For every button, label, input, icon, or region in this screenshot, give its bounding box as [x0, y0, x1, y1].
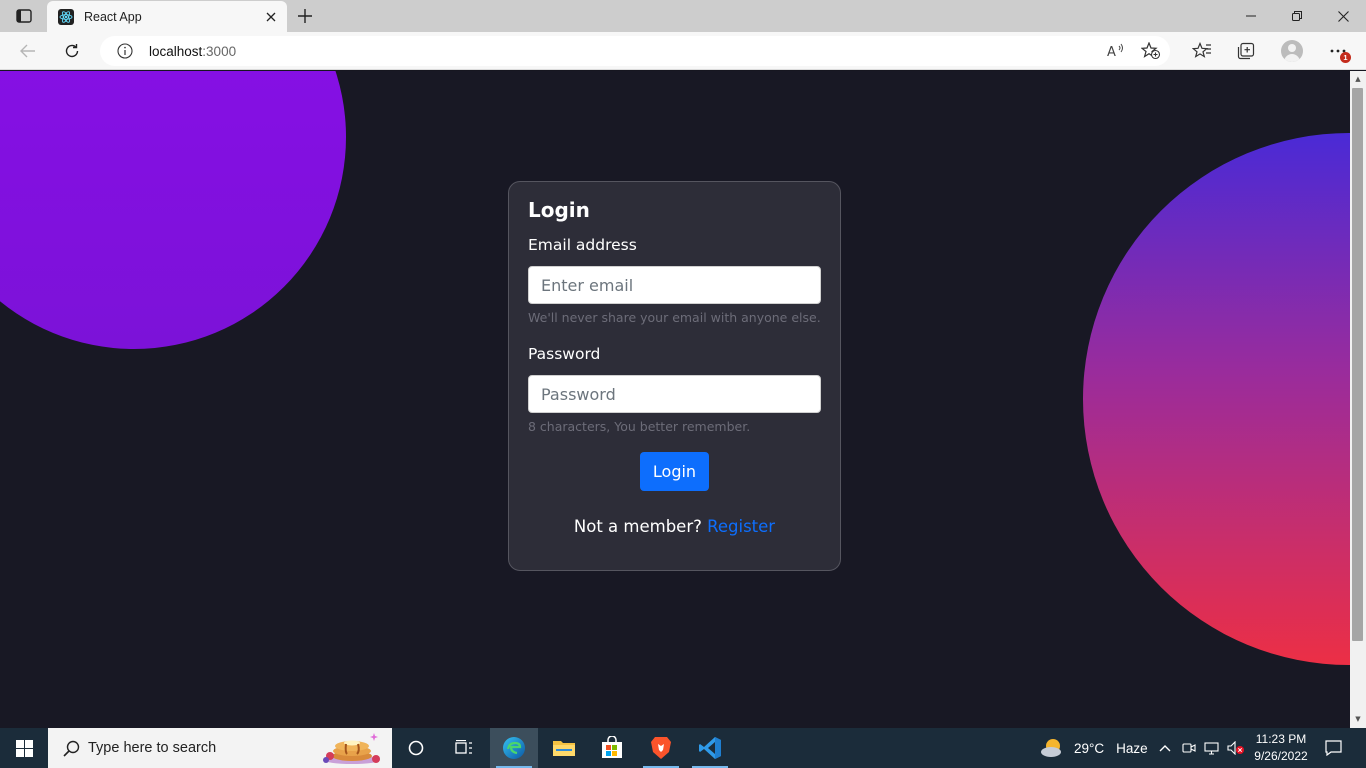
- close-window-button[interactable]: [1320, 0, 1366, 32]
- collections-icon[interactable]: [1230, 37, 1262, 65]
- taskbar-brave[interactable]: [637, 728, 685, 768]
- volume-button[interactable]: [1225, 728, 1247, 768]
- cortana-icon: [408, 740, 424, 756]
- arrow-left-icon: [20, 44, 35, 58]
- weather-haze-icon: [1041, 739, 1061, 757]
- close-icon: [1337, 10, 1349, 22]
- pancake-illustration-icon: [323, 733, 380, 764]
- weather-temperature: 29°C: [1074, 740, 1105, 756]
- windows-logo-icon: [15, 739, 33, 757]
- network-icon: [1204, 742, 1219, 755]
- cortana-button[interactable]: [392, 728, 440, 768]
- login-card: Login Email address We'll never share yo…: [508, 181, 841, 571]
- search-placeholder: Type here to search: [88, 740, 217, 756]
- svg-text:A: A: [1107, 45, 1116, 59]
- page-viewport: Login Email address We'll never share yo…: [0, 71, 1350, 728]
- new-tab-button[interactable]: [292, 5, 318, 27]
- navigation-bar: localhost:3000 A 1: [0, 32, 1366, 70]
- clock-time: 11:23 PM: [1255, 732, 1307, 746]
- volume-muted-icon: [1227, 741, 1244, 755]
- weather-description: Haze: [1116, 740, 1148, 756]
- page-scrollbar[interactable]: ▲ ▼: [1350, 71, 1366, 728]
- network-button[interactable]: [1202, 728, 1222, 768]
- address-bar[interactable]: localhost:3000 A: [100, 36, 1170, 66]
- decorative-circle-left: [0, 71, 346, 349]
- password-field[interactable]: [528, 375, 821, 413]
- profile-button[interactable]: [1276, 37, 1308, 65]
- tab-react-app[interactable]: React App: [47, 1, 287, 32]
- taskbar-vscode[interactable]: [686, 728, 734, 768]
- minimize-icon: [1246, 15, 1256, 17]
- show-hidden-icons-button[interactable]: [1155, 728, 1175, 768]
- search-icon: [62, 739, 80, 757]
- url-text[interactable]: localhost:3000: [149, 44, 236, 59]
- back-button[interactable]: [13, 37, 43, 65]
- taskbar-edge[interactable]: [490, 728, 538, 768]
- register-prompt-text: Not a member?: [573, 517, 702, 536]
- close-tab-button[interactable]: [259, 5, 283, 29]
- start-button[interactable]: [0, 728, 48, 768]
- camera-icon: [1182, 743, 1196, 753]
- favorites-icon[interactable]: [1186, 37, 1218, 65]
- task-view-icon: [455, 740, 472, 754]
- refresh-icon: [65, 44, 79, 58]
- login-button[interactable]: Login: [640, 452, 709, 491]
- weather-widget[interactable]: 29°C Haze: [1040, 728, 1148, 768]
- scroll-up-icon[interactable]: ▲: [1354, 75, 1362, 83]
- restore-button[interactable]: [1274, 0, 1320, 32]
- email-help-text: We'll never share your email with anyone…: [528, 310, 821, 325]
- store-icon: [602, 736, 622, 758]
- windows-taskbar: Type here to search 29°C Haze 11:23 PM 9…: [0, 728, 1366, 768]
- tab-title: React App: [84, 9, 142, 24]
- scrollbar-thumb[interactable]: [1352, 88, 1363, 641]
- register-prompt: Not a member? Register: [509, 517, 840, 536]
- meet-now-button[interactable]: [1179, 728, 1199, 768]
- close-icon: [266, 12, 276, 21]
- tab-actions-icon: [16, 9, 32, 23]
- notification-icon: [1324, 740, 1342, 756]
- password-label: Password: [528, 345, 601, 363]
- clock[interactable]: 11:23 PM 9/26/2022: [1248, 731, 1314, 765]
- refresh-button[interactable]: [57, 37, 87, 65]
- taskbar-file-explorer[interactable]: [540, 728, 588, 768]
- decorative-circle-right: [1083, 133, 1350, 665]
- browser-window: React App localhost:3000 A 1 Login Email…: [0, 0, 1366, 768]
- vscode-icon: [699, 737, 721, 759]
- task-view-button[interactable]: [440, 728, 488, 768]
- chevron-up-icon: [1159, 745, 1171, 752]
- settings-more-button[interactable]: 1: [1322, 37, 1354, 65]
- plus-icon: [298, 9, 312, 23]
- register-link[interactable]: Register: [707, 517, 775, 536]
- add-favorite-icon[interactable]: [1139, 40, 1163, 62]
- taskbar-search-box[interactable]: Type here to search: [48, 728, 392, 768]
- tab-actions-button[interactable]: [8, 5, 40, 27]
- clock-date: 9/26/2022: [1254, 749, 1308, 763]
- scroll-down-icon[interactable]: ▼: [1354, 715, 1362, 723]
- react-logo-icon: [58, 8, 74, 25]
- minimize-button[interactable]: [1228, 0, 1274, 32]
- login-heading: Login: [528, 198, 590, 222]
- edge-icon: [503, 737, 525, 759]
- action-center-button[interactable]: [1318, 728, 1348, 768]
- url-host: localhost: [149, 43, 203, 59]
- password-help-text: 8 characters, You better remember.: [528, 419, 751, 434]
- email-label: Email address: [528, 236, 637, 254]
- info-icon[interactable]: [116, 42, 134, 60]
- read-aloud-icon[interactable]: A: [1103, 40, 1127, 62]
- taskbar-microsoft-store[interactable]: [588, 728, 636, 768]
- url-port: :3000: [202, 43, 237, 59]
- tab-strip: React App: [0, 0, 1366, 32]
- notification-badge: 1: [1340, 52, 1351, 63]
- restore-icon: [1292, 11, 1302, 21]
- folder-icon: [553, 741, 575, 756]
- email-field[interactable]: [528, 266, 821, 304]
- avatar: [1281, 40, 1303, 62]
- brave-lion-icon: [651, 737, 671, 759]
